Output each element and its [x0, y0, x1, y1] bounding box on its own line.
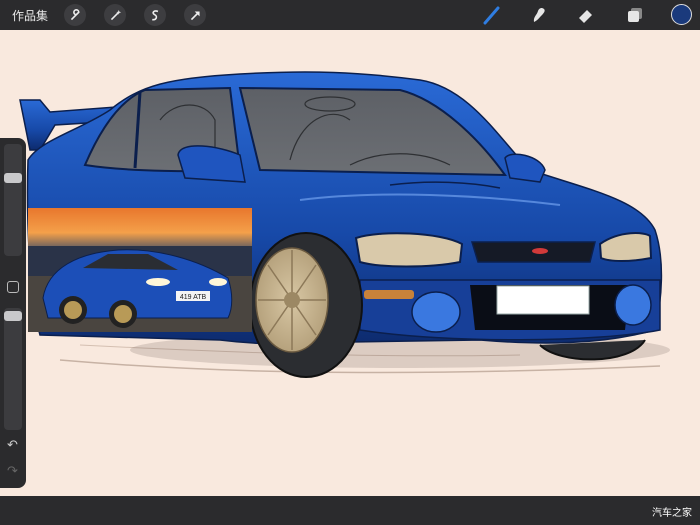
transform-arrow-icon[interactable]	[184, 4, 206, 26]
drawing-canvas[interactable]: 419 ATB	[0, 30, 700, 496]
watermark-text: 汽车之家	[652, 508, 692, 519]
eraser-icon[interactable]	[575, 4, 597, 26]
top-toolbar: 作品集	[0, 0, 700, 30]
wrench-icon[interactable]	[64, 4, 86, 26]
gallery-button[interactable]: 作品集	[12, 7, 48, 24]
modify-button[interactable]	[7, 281, 19, 293]
reference-plate-text: 419 ATB	[180, 294, 207, 301]
reference-photo[interactable]: 419 ATB	[28, 208, 252, 332]
reference-car-photo: 419 ATB	[28, 208, 252, 332]
brush-sidebar: ↶ ↷	[0, 138, 26, 488]
layers-icon[interactable]	[624, 4, 646, 26]
selection-icon[interactable]	[144, 4, 166, 26]
color-picker-swatch[interactable]	[671, 4, 692, 25]
brush-size-slider[interactable]	[4, 144, 22, 256]
opacity-thumb[interactable]	[4, 311, 22, 321]
opacity-slider[interactable]	[4, 308, 22, 430]
brush-icon[interactable]	[481, 4, 503, 26]
bottom-bar: 汽车之家	[0, 496, 700, 525]
undo-button[interactable]: ↶	[7, 438, 18, 453]
redo-button[interactable]: ↷	[7, 464, 18, 479]
smudge-icon[interactable]	[528, 4, 550, 26]
brush-size-thumb[interactable]	[4, 173, 22, 183]
magic-wand-icon[interactable]	[104, 4, 126, 26]
